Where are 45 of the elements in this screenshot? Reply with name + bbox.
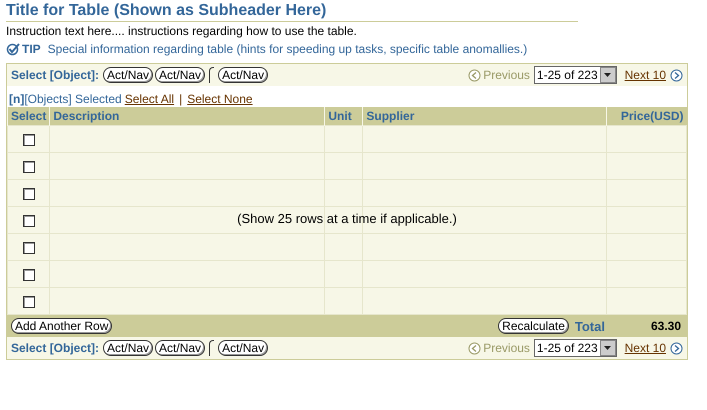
range-dropdown[interactable]: 1-25 of 223 [534,339,617,357]
next-link[interactable]: Next 10 [624,341,666,355]
tip-label: TIP [22,42,41,56]
instruction-text: Instruction text here.... instructions regarding how to use the table. [6,24,358,38]
separator-text: | [179,92,182,106]
total-value: 63.30 [650,319,681,333]
add-row-button[interactable]: Add Another Row [11,318,112,334]
next-link[interactable]: Next 10 [624,68,666,82]
next-icon[interactable] [670,342,683,354]
separator-mark [209,340,214,356]
tip-text: Special information regarding table (hints for speeding up tasks, specific table anomallies.) [48,42,528,56]
act-nav-button[interactable]: Act/Nav [155,340,206,356]
column-header: Description [50,107,325,126]
row-checkbox[interactable] [22,296,35,308]
select-object-label: Select [Object]: [11,68,100,82]
act-nav-button[interactable]: Act/Nav [218,67,268,83]
act-nav-button[interactable]: Act/Nav [103,67,154,83]
act-nav-button[interactable]: Act/Nav [103,340,154,356]
next-icon[interactable] [670,68,683,82]
column-header: Select [8,107,50,126]
act-nav-button[interactable]: Act/Nav [155,67,206,83]
dropdown-arrow-icon [604,346,612,350]
dropdown-arrow-icon [604,73,612,77]
select-all-link[interactable]: Select All [124,92,174,106]
column-header: Supplier [362,107,607,126]
selected-count: [n] [9,92,24,106]
range-dropdown[interactable]: 1-25 of 223 [534,66,617,84]
recalculate-button[interactable]: Recalculate [498,318,569,334]
select-none-link[interactable]: Select None [187,92,253,106]
column-header: Unit [324,107,363,126]
selected-text: [Objects] Selected [24,92,122,106]
row-checkbox[interactable] [22,160,35,173]
select-object-label: Select [Object]: [11,341,100,355]
table-title: Title for Table (Shown as Subheader Here) [6,2,578,22]
row-checkbox[interactable] [22,268,35,281]
row-checkbox[interactable] [22,188,35,200]
table-message: (Show 25 rows at a time if applicable.) [237,211,457,226]
checkmark-icon [6,42,20,56]
column-header: Price(USD) [606,107,686,126]
total-label: Total [574,318,605,334]
separator-mark [209,67,214,83]
row-checkbox[interactable] [22,214,35,227]
row-checkbox[interactable] [22,134,35,146]
row-checkbox[interactable] [22,242,35,254]
act-nav-button[interactable]: Act/Nav [218,340,268,356]
